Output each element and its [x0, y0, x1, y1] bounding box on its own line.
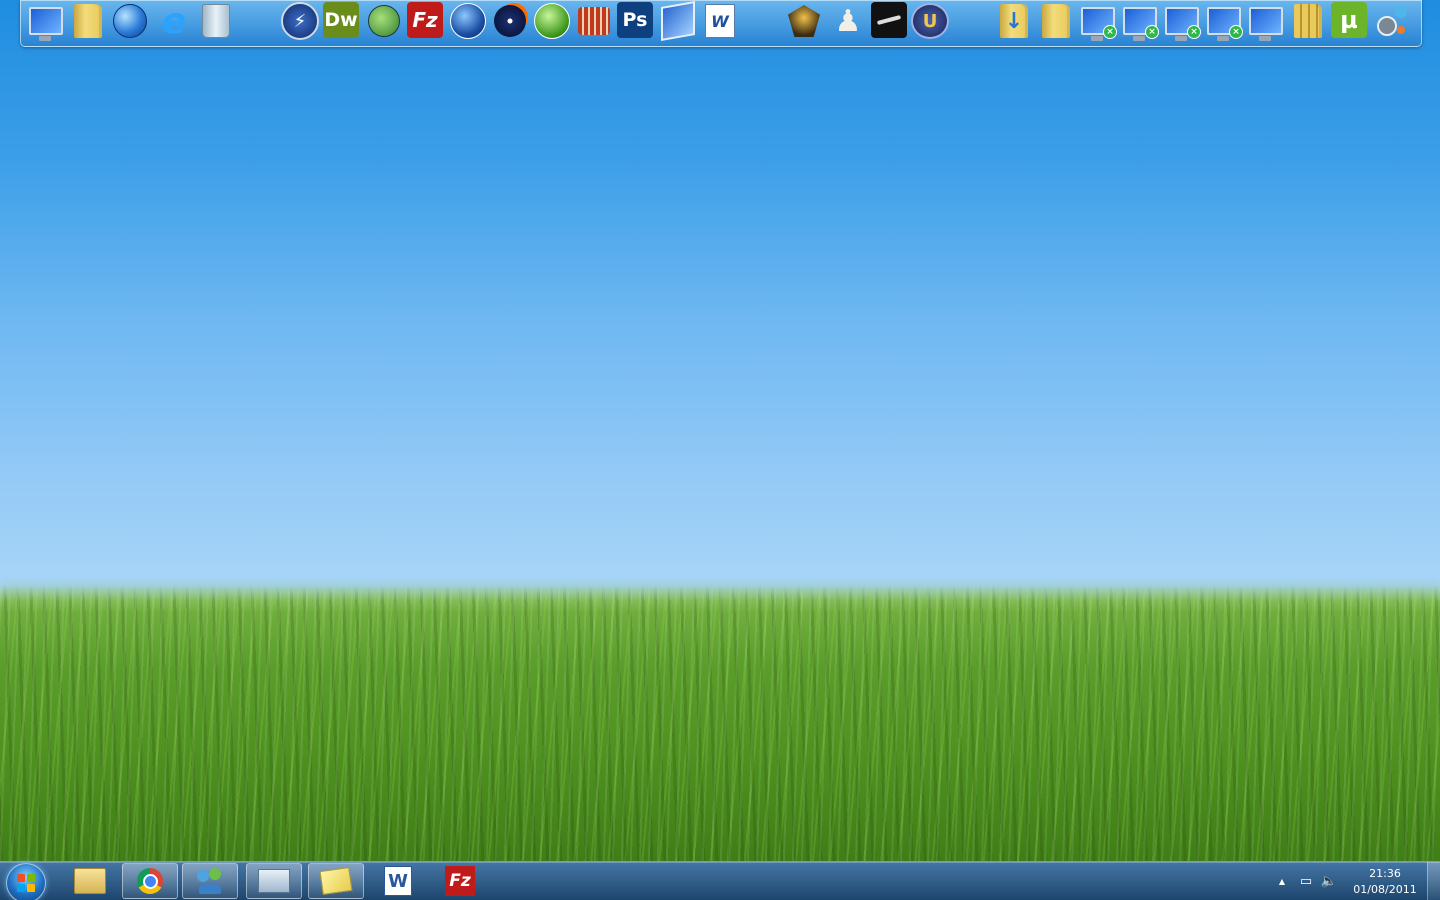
explorer-folder-icon[interactable] — [62, 863, 118, 899]
dreamweaver-icon[interactable]: Dw — [323, 2, 359, 38]
messenger-icon[interactable] — [182, 863, 238, 899]
connected-badge-icon: × — [1229, 25, 1243, 39]
show-desktop-button[interactable] — [1427, 862, 1440, 900]
connected-badge-icon: × — [1187, 25, 1201, 39]
computer-icon[interactable] — [27, 2, 65, 41]
windows-logo-icon — [17, 874, 35, 892]
shared-folder-icon[interactable] — [1037, 2, 1075, 40]
filezilla-taskbar-icon[interactable]: Fz — [432, 863, 488, 899]
user-folder-icon[interactable] — [69, 2, 107, 40]
coliseum-app-icon[interactable] — [575, 2, 613, 40]
photoshop-icon[interactable]: Ps — [617, 2, 653, 38]
system-clock[interactable]: 21:36 01/08/2011 — [1346, 866, 1424, 898]
unreal-tournament-icon[interactable]: U — [911, 2, 949, 40]
utorrent-icon[interactable]: µ — [1331, 2, 1367, 38]
computer-display-icon[interactable] — [1247, 2, 1285, 41]
internet-explorer-icon[interactable]: e — [155, 1, 193, 42]
network-computer-4-icon[interactable]: × — [1205, 2, 1243, 41]
taskbar: W Fz ▲ ▭ 🔈 21:36 01/08/2011 — [0, 861, 1440, 900]
top-dock-bar: e ⚡ Dw Fz Ps W ♟ U ↓ × × × × µ — [20, 0, 1422, 47]
network-transfer-icon[interactable] — [659, 1, 697, 41]
word-icon[interactable]: W — [370, 863, 426, 899]
email-window-icon[interactable] — [246, 863, 302, 899]
downloads-folder-icon[interactable]: ↓ — [995, 2, 1033, 40]
grass-field — [0, 585, 1440, 862]
connected-badge-icon: × — [1103, 25, 1117, 39]
clock-time: 21:36 — [1369, 867, 1401, 880]
game-warrior-icon[interactable] — [785, 2, 823, 40]
volume-tray-icon[interactable]: 🔈 — [1321, 873, 1337, 889]
network-computer-2-icon[interactable]: × — [1121, 2, 1159, 41]
nero-burn-icon[interactable] — [491, 2, 529, 40]
sticky-folder-icon[interactable] — [308, 863, 364, 899]
chess-pawn-icon[interactable]: ♟ — [829, 2, 867, 40]
lightning-app-icon[interactable]: ⚡ — [281, 2, 319, 40]
clock-date: 01/08/2011 — [1353, 883, 1417, 896]
steam-icon[interactable] — [871, 2, 907, 38]
network-computer-3-icon[interactable]: × — [1163, 2, 1201, 41]
connected-badge-icon: × — [1145, 25, 1159, 39]
recycle-bin-icon[interactable] — [197, 2, 235, 40]
google-earth-icon[interactable] — [449, 2, 487, 40]
network-tray-icon[interactable]: ▭ — [1298, 873, 1314, 889]
network-computer-1-icon[interactable]: × — [1079, 2, 1117, 41]
word-document-icon[interactable]: W — [701, 2, 739, 40]
desktop-wallpaper: e ⚡ Dw Fz Ps W ♟ U ↓ × × × × µ W Fz ▲ ▭ … — [0, 0, 1440, 900]
settings-bubbles-icon[interactable] — [1373, 2, 1411, 40]
chrome-icon[interactable] — [122, 863, 178, 899]
start-button[interactable] — [6, 863, 46, 900]
archive-folder-icon[interactable] — [1289, 2, 1327, 40]
windows-live-icon[interactable] — [533, 2, 571, 40]
edit-globe-tool-icon[interactable] — [365, 2, 403, 40]
network-globe-icon[interactable] — [111, 2, 149, 40]
filezilla-icon[interactable]: Fz — [407, 2, 443, 38]
show-hidden-icons-arrow-icon[interactable]: ▲ — [1274, 873, 1290, 889]
